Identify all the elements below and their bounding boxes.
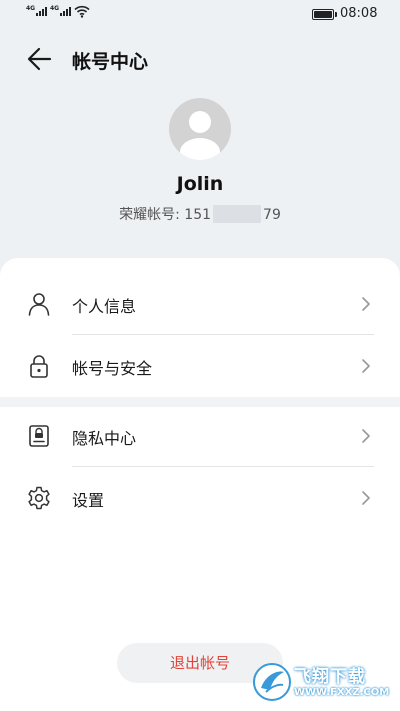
avatar[interactable] [169,98,231,160]
default-avatar-icon [180,111,220,160]
watermark-url: WWW.FXXZ.COM [294,687,390,698]
page-title: 帐号中心 [72,51,149,73]
account-suffix: 79 [263,207,281,223]
menu-item-label: 帐号与安全 [72,359,153,378]
account-number: 荣耀帐号: 151 79 [0,204,400,224]
back-arrow-icon[interactable] [26,46,54,72]
account-prefix: 151 [184,207,212,223]
sim1-network-type: 4G [26,5,36,12]
watermark: 飞翔下载 WWW.FXXZ.COM [252,660,392,706]
menu-item-label: 设置 [72,491,105,510]
menu-item-settings[interactable]: 设置 [0,467,400,529]
chevron-right-icon [362,359,370,373]
wifi-icon [74,5,90,18]
menu-item-privacy-center[interactable]: 隐私中心 [0,405,400,467]
sim2-network-type: 4G [50,5,60,12]
menu-item-personal-info[interactable]: 个人信息 [0,273,400,335]
watermark-logo-icon [253,663,291,701]
menu-item-label: 个人信息 [72,297,137,316]
person-icon [28,293,50,316]
lock-icon [30,355,48,378]
chevron-right-icon [362,429,370,443]
status-time: 08:08 [340,6,378,21]
gear-icon [28,486,50,510]
sim1-signal-icon: 4G [26,5,48,16]
menu-item-label: 隐私中心 [72,429,137,448]
user-name: Jolin [176,173,224,195]
chevron-right-icon [362,491,370,505]
sim2-signal-icon: 4G [50,5,72,16]
account-mask [213,205,262,223]
status-bar: 4G 4G 08:08 [0,0,400,28]
menu-item-account-security[interactable]: 帐号与安全 [0,335,400,397]
privacy-id-card-icon [29,425,49,447]
watermark-text: 飞翔下载 [294,667,366,687]
account-label: 荣耀帐号: [119,207,185,223]
chevron-right-icon [362,297,370,311]
battery-icon [312,9,337,20]
